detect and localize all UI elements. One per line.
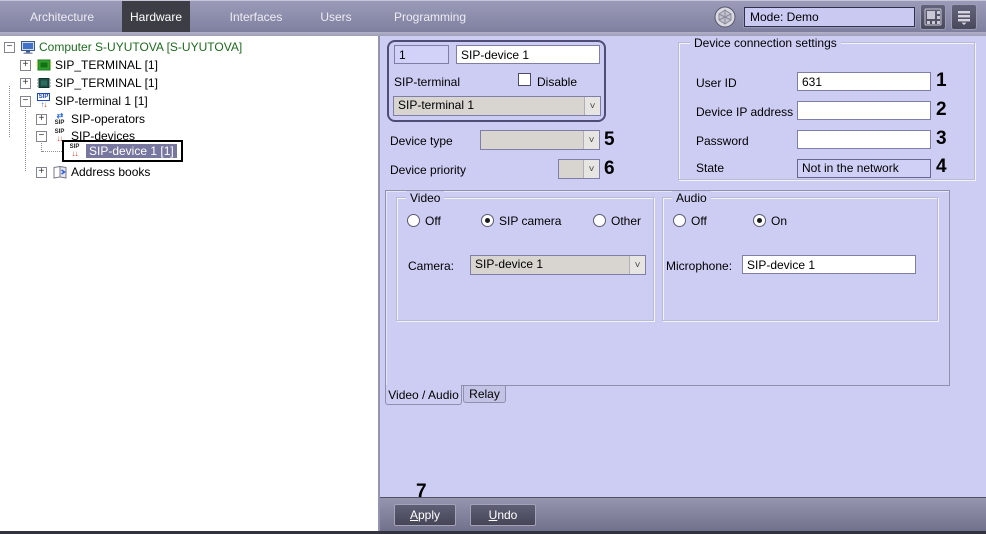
nav-tab-hardware[interactable]: Hardware [122, 1, 190, 33]
device-type-label: Device type [390, 134, 453, 148]
audio-on-radio[interactable] [753, 214, 766, 227]
main-menu-button[interactable] [951, 4, 977, 30]
sip-terminal-icon: SIP ↑↓ [35, 93, 52, 109]
hamburger-menu-icon [956, 9, 972, 25]
app-window: Architecture Hardware Interfaces Users P… [0, 0, 986, 534]
video-off-radio[interactable] [407, 214, 420, 227]
tree-item-sip-operators[interactable]: + ⇄ SIP SIP-operators [36, 110, 145, 128]
expand-icon[interactable]: + [20, 78, 31, 89]
device-priority-dropdown[interactable]: ˅ [558, 159, 600, 179]
nav-tab-programming[interactable]: Programming [382, 1, 478, 33]
tree-item-label: SIP_TERMINAL [1] [55, 58, 158, 72]
tree-item-label: SIP-terminal 1 [1] [55, 94, 148, 108]
parent-type-label: SIP-terminal [394, 75, 460, 89]
video-other-label: Other [611, 214, 641, 228]
tree-item-label: Address books [71, 165, 150, 179]
collapse-icon[interactable]: − [36, 131, 47, 142]
mode-input[interactable] [744, 7, 915, 27]
state-value-field: Not in the network [797, 159, 931, 178]
layout-grid-icon [924, 8, 942, 26]
device-ip-label: Device IP address [696, 105, 793, 119]
annotation-3: 3 [936, 128, 947, 150]
disable-label: Disable [537, 75, 577, 89]
camera-dropdown[interactable]: SIP-device 1 ˅ [470, 255, 646, 275]
top-navbar: Architecture Hardware Interfaces Users P… [0, 0, 986, 32]
user-id-field[interactable] [797, 72, 931, 91]
expand-icon[interactable]: + [20, 60, 31, 71]
video-off-label: Off [425, 214, 441, 228]
microphone-label: Microphone: [666, 259, 732, 273]
audio-on-label: On [771, 214, 787, 228]
annotation-6: 6 [604, 158, 615, 180]
state-label: State [696, 161, 724, 175]
chevron-down-icon[interactable]: ˅ [583, 131, 599, 149]
object-id-field[interactable] [394, 45, 449, 64]
screens-layout-button[interactable] [920, 4, 946, 30]
annotation-2: 2 [936, 99, 947, 121]
computer-icon [19, 39, 36, 55]
audio-off-label: Off [691, 214, 707, 228]
tree-item-sip-terminal-chip[interactable]: + SIP_TERMINAL [1] [20, 74, 158, 92]
device-priority-label: Device priority [390, 163, 466, 177]
chip-icon [35, 75, 52, 91]
tree-item-computer[interactable]: − Computer S-UYUTOVA [S-UYUTOVA] [4, 38, 242, 56]
collapse-icon[interactable]: − [4, 42, 15, 53]
tab-video-audio[interactable]: Video / Audio [385, 385, 462, 405]
sip-device-icon: SIP ↓↓ [66, 143, 83, 159]
microphone-field[interactable] [742, 255, 916, 274]
parent-object-dropdown[interactable]: SIP-terminal 1 ˅ [393, 96, 601, 116]
audio-title: Audio [672, 191, 711, 205]
tree-item-label: Computer S-UYUTOVA [S-UYUTOVA] [39, 40, 242, 54]
nav-tab-interfaces[interactable]: Interfaces [212, 1, 300, 33]
nav-tab-architecture[interactable]: Architecture [14, 1, 110, 33]
tree-item-address-books[interactable]: + Address books [36, 163, 150, 181]
tab-relay[interactable]: Relay [463, 386, 506, 403]
object-name-field[interactable] [456, 45, 600, 64]
video-sip-camera-label: SIP camera [499, 214, 561, 228]
sip-operators-icon: ⇄ SIP [51, 111, 68, 127]
apply-button[interactable]: Apply [394, 504, 456, 526]
chevron-down-icon[interactable]: ˅ [583, 160, 599, 178]
tree-item-label: SIP-operators [71, 112, 145, 126]
camera-label: Camera: [408, 259, 454, 273]
selected-item-highlight-box: SIP ↓↓ SIP-device 1 [1] [62, 140, 183, 162]
circuit-board-icon [35, 57, 52, 73]
tree-connector [42, 151, 62, 152]
nav-tab-users[interactable]: Users [306, 1, 366, 33]
chevron-down-icon[interactable]: ˅ [584, 97, 600, 115]
expand-icon[interactable]: + [36, 167, 47, 178]
audio-off-radio[interactable] [673, 214, 686, 227]
tree-connector [9, 86, 10, 137]
video-other-radio[interactable] [593, 214, 606, 227]
address-book-icon [51, 164, 68, 180]
annotation-1: 1 [936, 70, 947, 92]
device-ip-field[interactable] [797, 101, 931, 120]
annotation-4: 4 [936, 156, 947, 178]
tree-item-sip-device-1[interactable]: SIP ↓↓ SIP-device 1 [1] [62, 142, 183, 160]
tree-item-label: SIP_TERMINAL [1] [55, 76, 158, 90]
password-label: Password [696, 134, 749, 148]
expand-icon[interactable]: + [36, 114, 47, 125]
tree-connector [25, 108, 26, 171]
connection-settings-title: Device connection settings [690, 36, 841, 50]
settings-ball-icon[interactable] [714, 6, 736, 28]
tree-item-sip-terminal-1[interactable]: − SIP ↑↓ SIP-terminal 1 [1] [20, 92, 148, 110]
tree-item-sip-terminal-board[interactable]: + SIP_TERMINAL [1] [20, 56, 158, 74]
video-sip-camera-radio[interactable] [481, 214, 494, 227]
user-id-label: User ID [696, 76, 737, 90]
device-type-dropdown[interactable]: ˅ [480, 130, 600, 150]
video-title: Video [406, 191, 444, 205]
disable-checkbox[interactable] [518, 73, 531, 86]
undo-button[interactable]: Undo [470, 504, 536, 526]
annotation-5: 5 [604, 129, 615, 151]
collapse-icon[interactable]: − [20, 96, 31, 107]
tree-item-label: SIP-device 1 [1] [86, 144, 177, 158]
chevron-down-icon[interactable]: ˅ [629, 256, 645, 274]
panel-divider [378, 36, 380, 531]
password-field[interactable] [797, 130, 931, 149]
